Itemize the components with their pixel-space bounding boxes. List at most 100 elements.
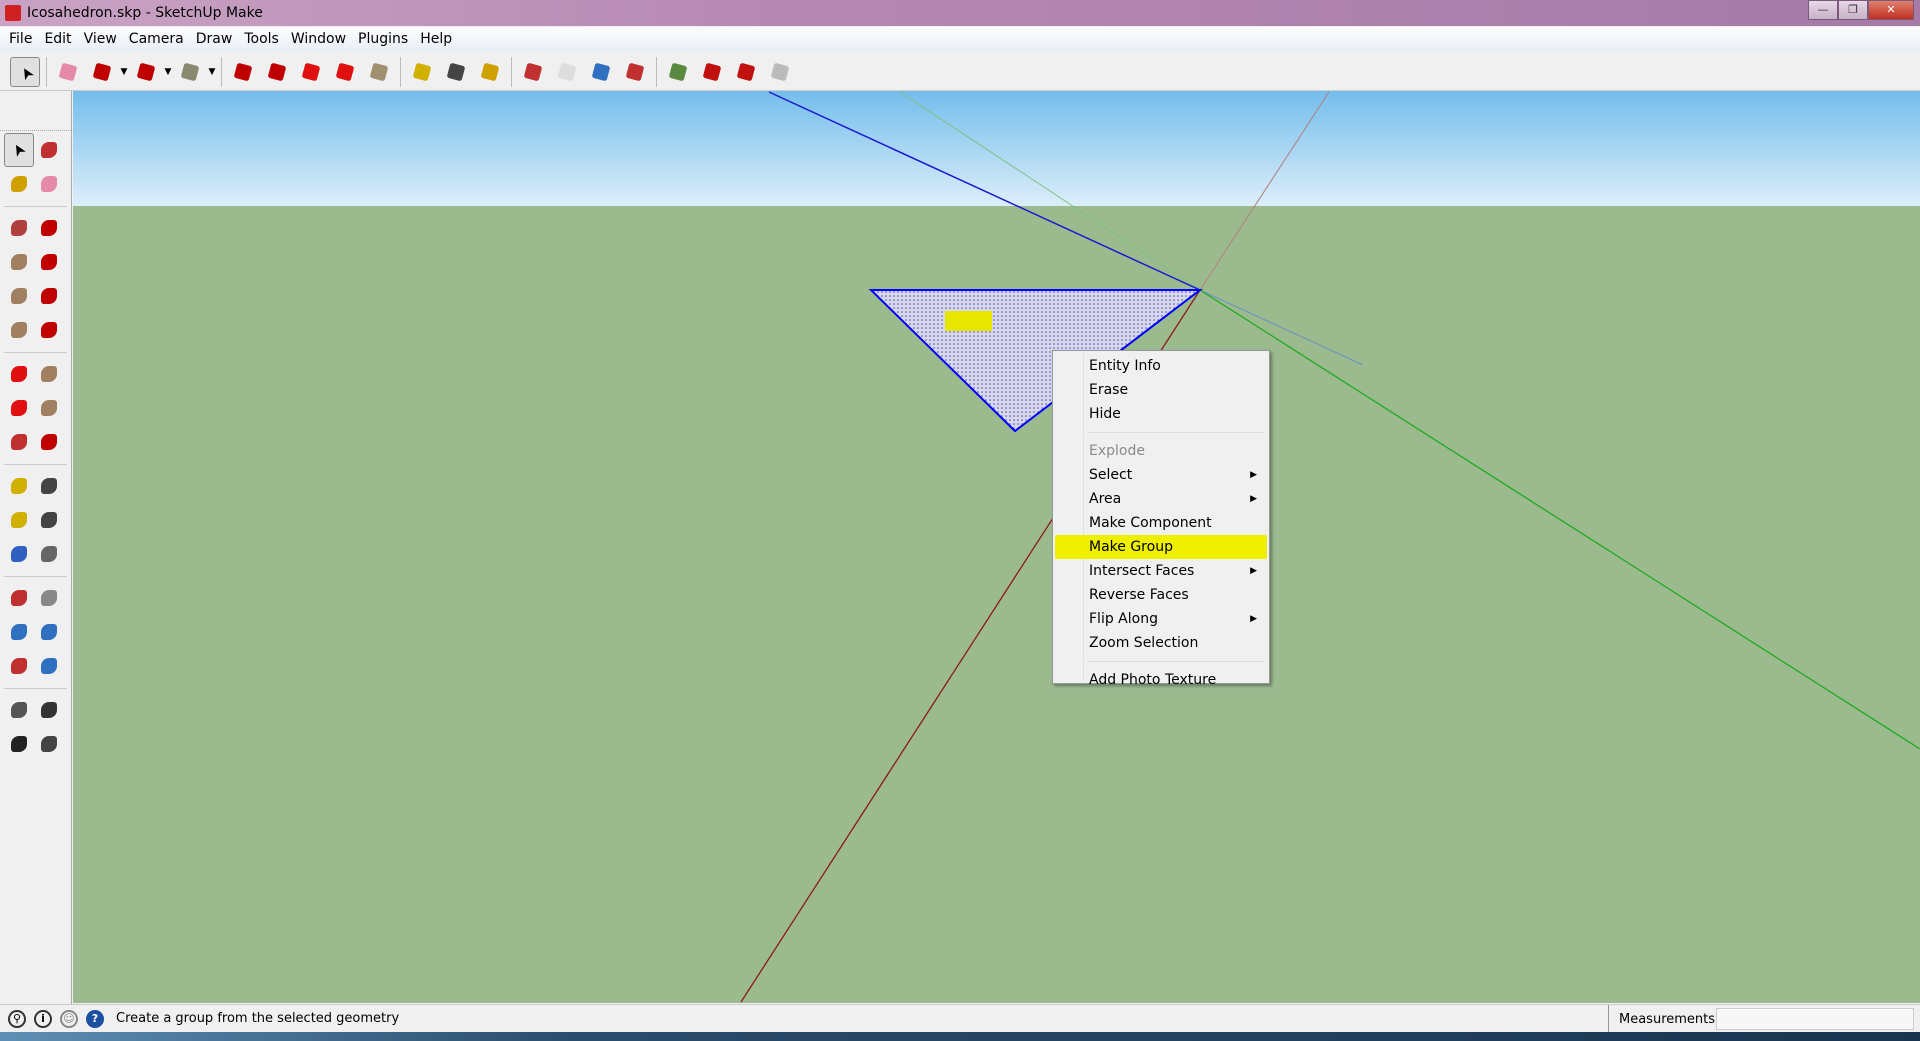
close-button[interactable]: ✕ (1868, 0, 1914, 20)
eraser-tool-button[interactable] (34, 167, 64, 201)
freehand-tool-button[interactable] (34, 245, 64, 279)
previous-view-tool-button[interactable] (34, 649, 64, 683)
menu-window[interactable]: Window (285, 31, 352, 47)
zoom-extents-tool-button[interactable] (4, 649, 34, 683)
make-component-tool-button[interactable] (53, 57, 83, 87)
toolbar-grip[interactable] (0, 91, 71, 131)
context-menu-item-reverse-faces[interactable]: Reverse Faces (1055, 583, 1267, 607)
share-component-tool-button[interactable] (731, 57, 761, 87)
status-bar: ⚲ i ☺ ? Create a group from the selected… (0, 1004, 1920, 1033)
drawing-viewport[interactable]: Entity Info Erase Hide Explode Select ▶ Area ▶ M… (73, 91, 1920, 1003)
context-menu-item-intersect-faces[interactable]: Intersect Faces ▶ (1055, 559, 1267, 583)
push-pull-tool-button[interactable] (34, 357, 64, 391)
context-menu: Entity Info Erase Hide Explode Select ▶ Area ▶ M… (1052, 350, 1270, 688)
follow-me-tool-button[interactable] (262, 57, 292, 87)
menu-plugins[interactable]: Plugins (352, 31, 414, 47)
make-component-tool-button[interactable] (34, 133, 64, 167)
maximize-button[interactable]: ❐ (1838, 0, 1868, 20)
rectangle-dropdown-arrow[interactable]: ▼ (207, 67, 217, 77)
zoom-extents-tool-button[interactable] (620, 57, 650, 87)
context-menu-item-erase[interactable]: Erase (1055, 378, 1267, 402)
tape-measure-tool-button[interactable] (4, 469, 34, 503)
pie-tool-button[interactable] (34, 313, 64, 347)
tape-measure-tool-button[interactable] (407, 57, 437, 87)
rectangle-tool-button[interactable] (4, 211, 34, 245)
scale-tool-button[interactable] (4, 425, 34, 459)
text-tool-button[interactable] (34, 503, 64, 537)
context-menu-item-zoom-selection[interactable]: Zoom Selection (1055, 631, 1267, 655)
help-icon[interactable]: ? (86, 1009, 104, 1028)
zoom-window-tool-button[interactable] (34, 615, 64, 649)
move-icon (11, 366, 27, 382)
measurements-input[interactable] (1716, 1008, 1914, 1030)
select-tool-button[interactable]: ➤ (10, 56, 40, 87)
tool-row (0, 727, 71, 761)
line-tool-button[interactable] (34, 211, 64, 245)
follow-me-tool-button[interactable] (34, 391, 64, 425)
move-tool-button[interactable] (296, 57, 326, 87)
context-menu-item-area[interactable]: Area ▶ (1055, 487, 1267, 511)
toolbar-separator (4, 347, 67, 353)
dimension-tool-button[interactable] (34, 469, 64, 503)
rotated-rectangle-tool-button[interactable] (4, 313, 34, 347)
menu-item-label: Flip Along (1089, 611, 1158, 627)
context-menu-item-hide[interactable]: Hide (1055, 402, 1267, 426)
rotate-tool-button[interactable] (330, 57, 360, 87)
3d-text-tool-button[interactable] (34, 537, 64, 571)
pan-tool-button[interactable] (34, 581, 64, 615)
user-icon[interactable]: ☺ (60, 1009, 78, 1028)
zoom-tool-button[interactable] (4, 615, 34, 649)
share-model-tool-button[interactable] (697, 57, 727, 87)
zoom-tool-button[interactable] (586, 57, 616, 87)
geo-location-icon[interactable]: ⚲ (8, 1009, 26, 1028)
get-models-tool-button[interactable] (663, 57, 693, 87)
line-dropdown-arrow[interactable]: ▼ (119, 67, 129, 77)
menu-draw[interactable]: Draw (190, 31, 239, 47)
offset-tool-button[interactable] (34, 425, 64, 459)
menu-view[interactable]: View (78, 31, 123, 47)
axes-tool-button[interactable] (4, 537, 34, 571)
eraser-icon (41, 176, 57, 192)
credits-icon[interactable]: i (34, 1009, 52, 1028)
arc-dropdown-arrow[interactable]: ▼ (163, 67, 173, 77)
arc-tool-button[interactable] (131, 57, 161, 87)
menu-camera[interactable]: Camera (123, 31, 190, 47)
push-pull-tool-button[interactable] (228, 57, 258, 87)
context-menu-item-select[interactable]: Select ▶ (1055, 463, 1267, 487)
select-tool-button[interactable]: ➤ (4, 133, 34, 167)
minimize-button[interactable]: — (1808, 0, 1838, 20)
move-tool-button[interactable] (4, 357, 34, 391)
toolbar-separator (46, 56, 47, 87)
scale-tool-button[interactable] (364, 57, 394, 87)
arc-tool-button[interactable] (34, 279, 64, 313)
context-menu-item-entity-info[interactable]: Entity Info (1055, 354, 1267, 378)
rotate-icon (11, 400, 27, 416)
extension-warehouse-tool-button[interactable] (765, 57, 795, 87)
context-menu-item-make-component[interactable]: Make Component (1055, 511, 1267, 535)
menu-edit[interactable]: Edit (38, 31, 77, 47)
line-tool-button[interactable] (87, 57, 117, 87)
paint-bucket-tool-button[interactable] (475, 57, 505, 87)
context-menu-item-flip-along[interactable]: Flip Along ▶ (1055, 607, 1267, 631)
section-plane-tool-button[interactable] (34, 727, 64, 761)
context-menu-item-make-group[interactable]: Make Group (1055, 535, 1267, 559)
circle-tool-button[interactable] (4, 245, 34, 279)
rotate-tool-button[interactable] (4, 391, 34, 425)
paint-bucket-tool-button[interactable] (4, 167, 34, 201)
menu-file[interactable]: File (3, 31, 38, 47)
look-around-tool-button[interactable] (34, 693, 64, 727)
position-camera-tool-button[interactable] (4, 693, 34, 727)
pan-tool-button[interactable] (552, 57, 582, 87)
polygon-tool-button[interactable] (4, 279, 34, 313)
menu-help[interactable]: Help (414, 31, 458, 47)
model-scene[interactable] (73, 91, 1920, 1003)
protractor-tool-button[interactable] (4, 503, 34, 537)
menu-tools[interactable]: Tools (238, 31, 285, 47)
rectangle-tool-button[interactable] (175, 57, 205, 87)
tool-row (0, 581, 71, 615)
walk-tool-button[interactable] (4, 727, 34, 761)
orbit-tool-button[interactable] (4, 581, 34, 615)
text-tool-button[interactable] (441, 57, 471, 87)
context-menu-item-add-photo-texture[interactable]: Add Photo Texture (1055, 668, 1267, 692)
orbit-tool-button[interactable] (518, 57, 548, 87)
